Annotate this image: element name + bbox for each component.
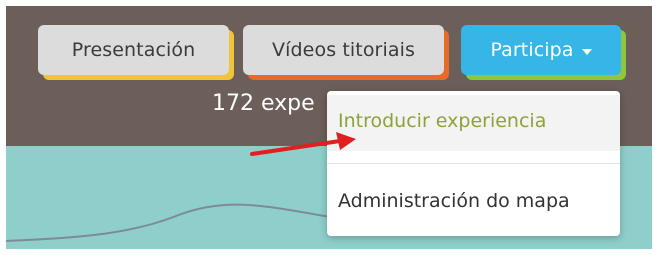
red-arrow-icon (250, 132, 356, 156)
screenshot-frame: Presentación Vídeos titoriais Participa … (0, 0, 659, 255)
participa-dropdown-menu: Introducir experiencia Administración do… (327, 91, 620, 236)
menu-item-label: Introducir experiencia (338, 110, 547, 132)
menu-item-label: Administración do mapa (338, 190, 570, 212)
nav-presentacion-label: Presentación (71, 39, 196, 61)
experiences-count: 172 expe (212, 91, 315, 116)
menu-item-introducir-experiencia[interactable]: Introducir experiencia (327, 95, 620, 151)
nav-participa-button[interactable]: Participa (461, 25, 621, 75)
nav-presentacion-button[interactable]: Presentación (38, 25, 229, 75)
nav-participa-label: Participa (490, 39, 574, 61)
menu-item-administracion-mapa[interactable]: Administración do mapa (327, 181, 620, 221)
chevron-down-icon (581, 49, 592, 55)
nav-videos-button[interactable]: Vídeos titoriais (243, 25, 444, 75)
menu-divider (327, 163, 620, 164)
nav-videos-label: Vídeos titoriais (272, 39, 415, 61)
